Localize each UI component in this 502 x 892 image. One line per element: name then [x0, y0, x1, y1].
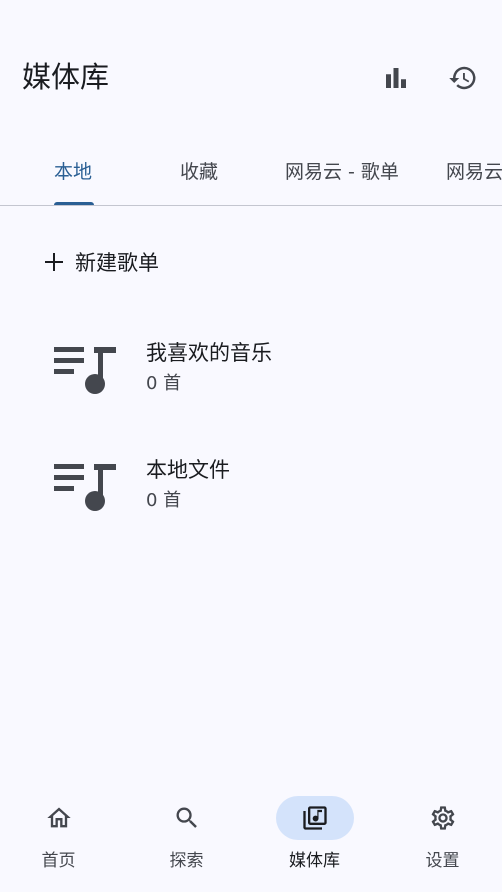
home-icon: [46, 807, 71, 828]
playlist-item[interactable]: 我喜欢的音乐 0 首: [0, 316, 502, 426]
playlist-name: 我喜欢的音乐: [146, 341, 272, 365]
nav-item-home[interactable]: 首页: [0, 796, 121, 876]
tab-netease-playlists[interactable]: 网易云 - 歌单: [285, 150, 399, 205]
playlist-count: 0 首: [146, 490, 182, 511]
nav-label: 首页: [41, 851, 76, 871]
new-playlist-label: 新建歌单: [75, 251, 159, 275]
playlist-count: 0 首: [146, 373, 182, 394]
playlist-music-icon: [52, 459, 118, 515]
tab-local[interactable]: 本地: [54, 150, 92, 205]
nav-item-settings[interactable]: 设置: [380, 796, 502, 876]
bar-chart-icon: [386, 68, 406, 88]
tab-indicator: [54, 202, 94, 205]
nav-item-explore[interactable]: 探索: [124, 796, 249, 876]
history-button[interactable]: [443, 58, 483, 98]
top-app-bar: 媒体库: [0, 0, 502, 130]
plus-icon: [40, 248, 68, 276]
new-playlist-button[interactable]: 新建歌单: [40, 236, 159, 288]
nav-label: 设置: [425, 851, 460, 871]
playlist-name: 本地文件: [146, 458, 230, 482]
tab-favorites[interactable]: 收藏: [180, 150, 218, 205]
tab-bar: 本地 收藏 网易云 - 歌单 网易云: [0, 150, 502, 206]
page-title: 媒体库: [22, 60, 110, 94]
tab-netease[interactable]: 网易云: [446, 150, 502, 205]
bottom-navigation: 首页 探索 媒体库 设置: [0, 772, 502, 892]
nav-active-pill: [275, 796, 354, 840]
search-icon: [176, 807, 197, 828]
nav-item-library[interactable]: 媒体库: [252, 796, 377, 876]
nav-label: 探索: [169, 851, 204, 871]
playlist-item[interactable]: 本地文件 0 首: [0, 433, 502, 543]
gear-icon: [431, 806, 454, 830]
nav-label: 媒体库: [289, 851, 340, 871]
playlist-music-icon: [52, 342, 118, 398]
library-music-icon: [302, 806, 327, 830]
history-icon: [449, 66, 476, 90]
statistics-button[interactable]: [376, 58, 416, 98]
